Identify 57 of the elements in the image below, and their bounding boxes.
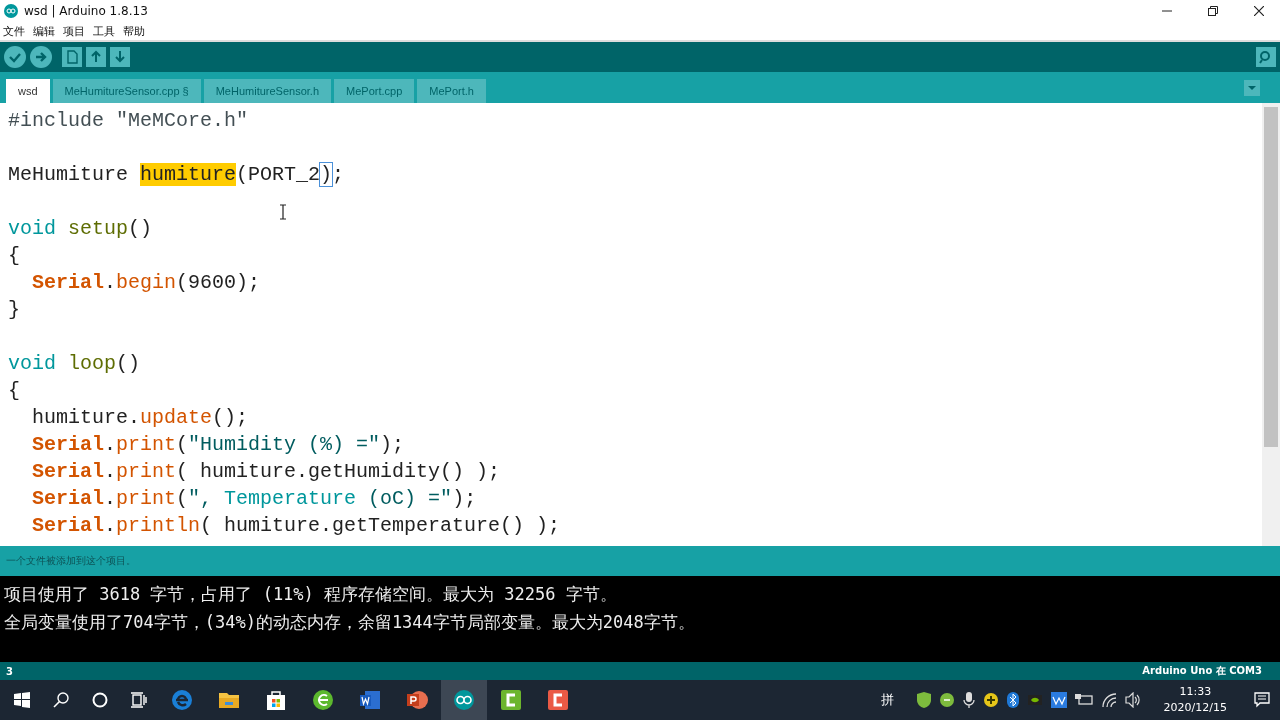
code-line: Serial.println( humiture.getTemperature() ); xyxy=(31,513,562,539)
console-line: 全局变量使用了704字节，(34%)的动态内存，余留1344字节局部变量。最大为2048字节。 xyxy=(3,611,696,634)
close-icon[interactable] xyxy=(1254,6,1264,16)
code-line: Serial.print(", Temperature (oC) ="); xyxy=(31,486,478,512)
bluetooth-icon[interactable] xyxy=(1006,692,1019,708)
verify-icon[interactable] xyxy=(4,46,26,68)
code-line: Serial.print( humiture.getHumidity() ); xyxy=(31,459,502,485)
cortana-circle-icon[interactable] xyxy=(92,692,108,708)
code-line: void setup() xyxy=(8,216,154,242)
code-line: } xyxy=(8,297,21,323)
menu-item[interactable]: 帮助 xyxy=(123,23,145,39)
upload-icon[interactable] xyxy=(30,46,52,68)
word-icon[interactable] xyxy=(358,688,382,712)
window-title: wsd | Arduino 1.8.13 xyxy=(24,4,148,18)
code-line: #include "MeMCore.h" xyxy=(8,108,250,134)
code-line: MeHumiture humiture(PORT_2); xyxy=(8,162,346,188)
c-app-icon[interactable] xyxy=(546,688,570,712)
scrollbar[interactable] xyxy=(1262,103,1280,546)
ime-indicator[interactable]: 拼 xyxy=(880,691,894,709)
wave-app-icon[interactable] xyxy=(1050,692,1067,708)
windows-start-icon[interactable] xyxy=(14,692,30,708)
code-line: { xyxy=(8,243,21,269)
restore-icon[interactable] xyxy=(1208,6,1218,16)
code-line: humiture.update(); xyxy=(31,405,250,431)
open-icon[interactable] xyxy=(86,47,106,67)
dropdown-icon[interactable] xyxy=(1244,79,1260,96)
speaker-icon[interactable] xyxy=(1124,692,1141,708)
notification-icon[interactable] xyxy=(1254,692,1270,708)
text-cursor-icon xyxy=(279,204,287,220)
code-line: { xyxy=(8,378,21,404)
code-line: Serial.begin(9600); xyxy=(31,270,262,296)
wifi-icon[interactable] xyxy=(1100,692,1117,708)
save-icon[interactable] xyxy=(110,47,130,67)
menu-item[interactable]: 项目 xyxy=(63,23,85,39)
clock-time[interactable]: 11:33 xyxy=(1179,684,1212,700)
store-bag-icon[interactable] xyxy=(264,688,288,712)
file-tab[interactable]: wsd xyxy=(6,79,50,103)
clock-date[interactable]: 2020/12/15 xyxy=(1163,700,1227,716)
task-view-icon[interactable] xyxy=(131,692,147,708)
board-port-label: Arduino Uno 在 COM3 xyxy=(1142,664,1262,678)
shield-icon[interactable] xyxy=(916,692,931,708)
menu-item[interactable]: 工具 xyxy=(93,23,115,39)
c-app-icon[interactable] xyxy=(499,688,523,712)
console-line: 项目使用了 3618 字节，占用了 (11%) 程序存储空间。最大为 32256 字节。 xyxy=(3,583,618,606)
powerpoint-icon[interactable] xyxy=(405,688,429,712)
microphone-icon[interactable] xyxy=(962,692,975,708)
arduino-app-icon[interactable] xyxy=(452,688,476,712)
plus-badge-icon[interactable] xyxy=(982,692,999,708)
line-number: 3 xyxy=(6,665,13,677)
serial-monitor-icon[interactable] xyxy=(1256,47,1276,67)
arduino-logo-icon xyxy=(4,4,18,18)
search-icon[interactable] xyxy=(53,692,69,708)
menu-item[interactable]: 编辑 xyxy=(33,23,55,39)
edge-browser-icon[interactable] xyxy=(170,688,194,712)
menu-item[interactable]: 文件 xyxy=(3,23,25,39)
code-line: Serial.print("Humidity (%) ="); xyxy=(31,432,406,458)
code-line: void loop() xyxy=(8,351,142,377)
